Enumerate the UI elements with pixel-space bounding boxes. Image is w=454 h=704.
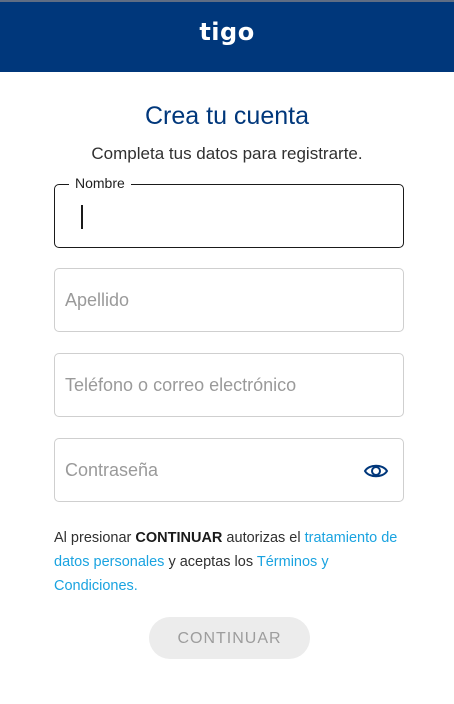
contacto-field[interactable] (54, 353, 404, 417)
page-subtitle: Completa tus datos para registrarte. (91, 144, 363, 163)
continue-button[interactable]: CONTINUAR (149, 617, 310, 659)
app-header: tigo (0, 0, 454, 72)
password-input[interactable] (65, 439, 365, 501)
legal-prefix: Al presionar (54, 530, 136, 546)
nombre-field[interactable]: Nombre (54, 175, 404, 248)
legal-middle: autorizas el (222, 530, 305, 546)
contacto-input[interactable] (65, 354, 365, 416)
nombre-input[interactable] (65, 185, 365, 247)
legal-middle2: y aceptas los (164, 554, 257, 570)
legal-bold-continuar: CONTINUAR (135, 530, 223, 546)
apellido-input[interactable] (65, 269, 365, 331)
legal-notice: Al presionar CONTINUAR autorizas el trat… (54, 526, 404, 598)
tigo-logo: tigo (199, 18, 255, 46)
password-field[interactable] (54, 438, 404, 502)
eye-icon[interactable] (363, 458, 389, 484)
page-title: Crea tu cuenta (145, 102, 309, 130)
apellido-field[interactable] (54, 268, 404, 332)
